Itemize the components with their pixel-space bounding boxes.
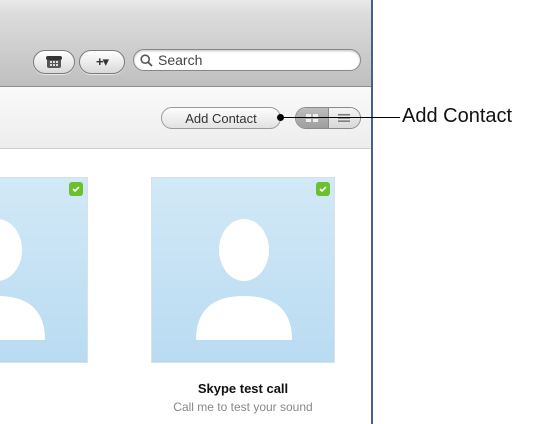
search-input[interactable]: [156, 51, 350, 69]
grid-view-icon: [305, 114, 318, 122]
add-menu-label: +▾: [95, 54, 109, 69]
skype-window: +▾ Add Contact: [0, 0, 373, 424]
title-bar: [0, 0, 371, 14]
add-contact-button[interactable]: Add Contact: [161, 107, 281, 129]
view-toggle[interactable]: [295, 107, 361, 129]
grid-view-button[interactable]: [296, 108, 328, 128]
contact-tile[interactable]: [151, 177, 335, 363]
toolbar: +▾: [0, 14, 371, 87]
contact-mood: Call me to test your sound: [173, 400, 313, 414]
callout-label: Add Contact: [402, 105, 513, 127]
online-status-icon: [316, 182, 330, 196]
contact-mood: e: [0, 400, 88, 414]
contact-tile[interactable]: [0, 177, 88, 363]
default-avatar-icon: [196, 219, 292, 340]
online-status-icon: [69, 182, 83, 196]
contacts-grid: n e Skype test call Call me to test your…: [0, 149, 371, 424]
contact-name: Skype test call: [197, 381, 289, 396]
callout-line: [280, 117, 400, 118]
default-avatar-icon: [0, 219, 45, 340]
contacts-subbar: Add Contact: [0, 87, 371, 149]
list-view-button[interactable]: [327, 108, 360, 128]
list-view-icon: [338, 114, 351, 122]
add-menu-button[interactable]: +▾: [79, 50, 125, 74]
search-icon: [140, 53, 153, 67]
telephone-icon: [46, 56, 62, 68]
contact-name: n: [0, 381, 88, 396]
search-field[interactable]: [133, 49, 361, 71]
call-phone-button[interactable]: [33, 50, 75, 74]
